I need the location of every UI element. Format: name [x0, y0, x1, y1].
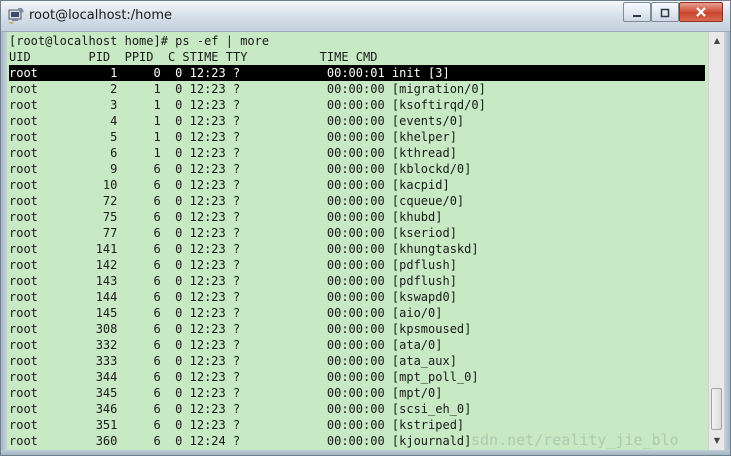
process-row: root 142 6 0 12:23 ? 00:00:00 [pdflush]	[9, 258, 457, 272]
process-row: root 308 6 0 12:23 ? 00:00:00 [kpsmoused…	[9, 322, 472, 336]
process-row: root 72 6 0 12:23 ? 00:00:00 [cqueue/0]	[9, 194, 465, 208]
maximize-button[interactable]	[651, 2, 679, 22]
process-row: root 1 0 0 12:23 ? 00:00:01 init [3]	[9, 65, 705, 81]
vertical-scrollbar[interactable]: ▲ ▼	[708, 32, 724, 450]
process-row: root 145 6 0 12:23 ? 00:00:00 [aio/0]	[9, 306, 443, 320]
process-row: root 345 6 0 12:23 ? 00:00:00 [mpt/0]	[9, 386, 443, 400]
process-row: root 9 6 0 12:23 ? 00:00:00 [kblockd/0]	[9, 162, 472, 176]
window-title: root@localhost:/home	[29, 8, 173, 23]
minimize-button[interactable]	[623, 2, 651, 22]
command-line: [root@localhost home]# ps -ef | more	[9, 34, 270, 48]
terminal-output[interactable]: [root@localhost home]# ps -ef | more UID…	[7, 32, 708, 450]
window-titlebar[interactable]: root@localhost:/home	[1, 1, 730, 32]
process-row: root 141 6 0 12:23 ? 00:00:00 [khungtask…	[9, 242, 479, 256]
process-row: root 2 1 0 12:23 ? 00:00:00 [migration/0…	[9, 82, 486, 96]
column-header: UID PID PPID C STIME TTY TIME CMD	[9, 50, 378, 64]
terminal-app-icon[interactable]	[7, 7, 25, 25]
scroll-down-arrow[interactable]: ▼	[710, 434, 724, 448]
process-row: root 143 6 0 12:23 ? 00:00:00 [pdflush]	[9, 274, 457, 288]
process-row: root 10 6 0 12:23 ? 00:00:00 [kacpid]	[9, 178, 450, 192]
process-row: root 332 6 0 12:23 ? 00:00:00 [ata/0]	[9, 338, 443, 352]
process-row: root 75 6 0 12:23 ? 00:00:00 [khubd]	[9, 210, 443, 224]
close-icon	[695, 3, 707, 22]
terminal-window: root@localhost:/home [root@localhost hom…	[0, 0, 731, 456]
process-row: root 360 6 0 12:24 ? 00:00:00 [kjournald…	[9, 434, 472, 448]
process-row: root 3 1 0 12:23 ? 00:00:00 [ksoftirqd/0…	[9, 98, 486, 112]
process-row: root 346 6 0 12:23 ? 00:00:00 [scsi_eh_0…	[9, 402, 472, 416]
maximize-icon	[660, 3, 670, 22]
process-row: root 344 6 0 12:23 ? 00:00:00 [mpt_poll_…	[9, 370, 479, 384]
process-row: root 6 1 0 12:23 ? 00:00:00 [kthread]	[9, 146, 457, 160]
scroll-thumb[interactable]	[711, 388, 722, 430]
process-row: root 4 1 0 12:23 ? 00:00:00 [events/0]	[9, 114, 465, 128]
minimize-icon	[632, 3, 642, 22]
window-frame-right	[724, 32, 730, 455]
process-row: root 144 6 0 12:23 ? 00:00:00 [kswapd0]	[9, 290, 457, 304]
close-button[interactable]	[679, 2, 723, 22]
window-frame-bottom	[1, 450, 730, 455]
process-row: root 333 6 0 12:23 ? 00:00:00 [ata_aux]	[9, 354, 457, 368]
process-row: root 5 1 0 12:23 ? 00:00:00 [khelper]	[9, 130, 457, 144]
scroll-up-arrow[interactable]: ▲	[710, 34, 724, 48]
process-row: root 351 6 0 12:23 ? 00:00:00 [kstriped]	[9, 418, 465, 432]
window-controls	[623, 2, 723, 22]
process-row: root 77 6 0 12:23 ? 00:00:00 [kseriod]	[9, 226, 457, 240]
